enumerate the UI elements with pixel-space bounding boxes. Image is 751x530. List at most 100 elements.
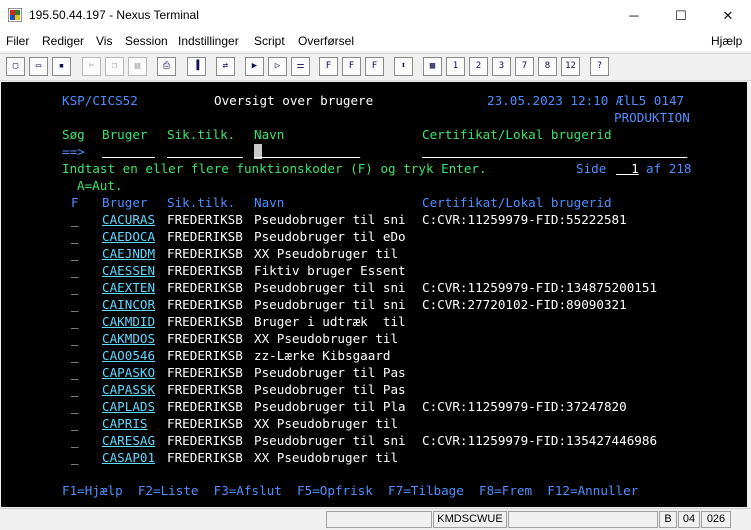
terminal-screen[interactable]: KSP/CICS52 Oversigt over brugere 23.05.2… [1, 82, 747, 507]
screen-id: KSP/CICS52 [62, 93, 138, 108]
col-navn-search: Navn [254, 127, 285, 142]
security-connection: FREDERIKSB [167, 246, 243, 261]
status-bar: KMDSCWUE B 04 026 [0, 508, 751, 530]
user-id[interactable]: CAEJNDM [102, 245, 155, 262]
col-bruger: Bruger [102, 195, 148, 210]
user-name: Fiktiv bruger Essent [254, 263, 406, 278]
page-number-input[interactable]: 1 [616, 160, 639, 177]
function-code-input[interactable]: _ [71, 415, 79, 432]
keypad-icon[interactable]: ▦ [423, 57, 442, 76]
copy-icon[interactable]: ❐ [105, 57, 124, 76]
pa1-icon[interactable]: ▶ [245, 57, 264, 76]
menu-vis[interactable]: Vis [96, 34, 112, 48]
security-connection: FREDERIKSB [167, 263, 243, 278]
menu-script[interactable]: Script [254, 34, 285, 48]
user-id[interactable]: CAKMDID [102, 313, 155, 330]
exit-screen-icon[interactable]: ▐ [187, 57, 206, 76]
user-id[interactable]: CAESSEN [102, 262, 155, 279]
screen-title: Oversigt over brugere [214, 93, 374, 108]
search-cert-input[interactable] [422, 143, 687, 160]
user-name: XX Pseudobruger til [254, 246, 399, 261]
menu-filer[interactable]: Filer [6, 34, 29, 48]
user-name: Pseudobruger til sni [254, 433, 406, 448]
new-document-icon[interactable]: ▢ [6, 57, 25, 76]
certificate-id: C:CVR:11259979-FID:55222581 [422, 212, 627, 227]
menu-indstillinger[interactable]: Indstillinger [178, 34, 239, 48]
function-code-input[interactable]: _ [71, 381, 79, 398]
pf-icon[interactable]: F [342, 57, 361, 76]
paste-icon[interactable]: ▤ [128, 57, 147, 76]
security-connection: FREDERIKSB [167, 297, 243, 312]
menu-rediger[interactable]: Rediger [42, 34, 84, 48]
col-sik-search: Sik.tilk. [167, 127, 236, 142]
menu-hjaelp[interactable]: Hjælp [711, 34, 742, 48]
menu-session[interactable]: Session [125, 34, 168, 48]
environment-label: PRODUKTION [614, 110, 690, 125]
user-name: XX Pseudobruger til [254, 450, 399, 465]
col-cert-search: Certifikat/Lokal brugerid [422, 127, 612, 142]
minimize-button[interactable]: ─ [617, 0, 651, 31]
function-code-input[interactable]: _ [71, 245, 79, 262]
security-connection: FREDERIKSB [167, 212, 243, 227]
reset-icon[interactable]: ⚌ [291, 57, 310, 76]
user-id[interactable]: CAPASSK [102, 381, 155, 398]
search-bruger-input[interactable] [102, 143, 155, 160]
col-f: F [71, 195, 79, 210]
function-code-input[interactable]: _ [71, 364, 79, 381]
pf1-icon[interactable]: 1 [446, 57, 465, 76]
user-id[interactable]: CAO0546 [102, 347, 155, 364]
close-button[interactable]: ✕ [711, 0, 745, 31]
certificate-id: C:CVR:11259979-FID:134875200151 [422, 280, 658, 295]
user-id[interactable]: CASAP01 [102, 449, 155, 466]
function-code-input[interactable]: _ [71, 330, 79, 347]
function-code-input[interactable]: _ [71, 432, 79, 449]
pf3-icon[interactable]: 3 [492, 57, 511, 76]
print-icon[interactable]: ⎙ [157, 57, 176, 76]
function-code-input[interactable]: _ [71, 449, 79, 466]
side-label: Side [576, 161, 607, 176]
function-code-input[interactable]: _ [71, 228, 79, 245]
user-id[interactable]: CAPLADS [102, 398, 155, 415]
security-connection: FREDERIKSB [167, 280, 243, 295]
help-icon[interactable]: ? [590, 57, 609, 76]
function-code-input[interactable]: _ [71, 398, 79, 415]
user-id[interactable]: CACURAS [102, 211, 155, 228]
security-connection: FREDERIKSB [167, 365, 243, 380]
updown-icon[interactable]: ⬍ [394, 57, 413, 76]
prompt-arrow: ==> [62, 144, 85, 159]
pa2-icon[interactable]: ▷ [268, 57, 287, 76]
function-code-input[interactable]: _ [71, 313, 79, 330]
user-id[interactable]: CAPRIS [102, 415, 148, 432]
security-connection: FREDERIKSB [167, 433, 243, 448]
user-id[interactable]: CAEDOCA [102, 228, 155, 245]
user-name: Bruger i udtræk til [254, 314, 406, 329]
user-id[interactable]: CAEXTEN [102, 279, 155, 296]
title-bar: 195.50.44.197 - Nexus Terminal ─ ☐ ✕ [0, 0, 751, 31]
user-name: Pseudobruger til Pla [254, 399, 406, 414]
pf-icon[interactable]: F [319, 57, 338, 76]
function-code-input[interactable]: _ [71, 279, 79, 296]
search-navn-input[interactable] [254, 143, 360, 160]
toolbar: ▢ ▭ ▪ ✂ ❐ ▤ ⎙ ▐ ⇄ ▶ ▷ ⚌ F F F ⬍ ▦ 1 2 3 … [0, 53, 751, 81]
pf8-icon[interactable]: 8 [538, 57, 557, 76]
maximize-button[interactable]: ☐ [664, 0, 698, 31]
function-code-input[interactable]: _ [71, 347, 79, 364]
pf7-icon[interactable]: 7 [515, 57, 534, 76]
user-id[interactable]: CAINCOR [102, 296, 155, 313]
user-id[interactable]: CAKMDOS [102, 330, 155, 347]
function-code-input[interactable]: _ [71, 262, 79, 279]
search-sik-input[interactable] [167, 143, 243, 160]
pf2-icon[interactable]: 2 [469, 57, 488, 76]
menu-overforsel[interactable]: Overførsel [298, 34, 354, 48]
function-code-input[interactable]: _ [71, 211, 79, 228]
status-session: KMDSCWUE [433, 511, 507, 528]
save-icon[interactable]: ▪ [52, 57, 71, 76]
cut-icon[interactable]: ✂ [82, 57, 101, 76]
pf-icon[interactable]: F [365, 57, 384, 76]
transfer-icon[interactable]: ⇄ [216, 57, 235, 76]
open-folder-icon[interactable]: ▭ [29, 57, 48, 76]
function-code-input[interactable]: _ [71, 296, 79, 313]
user-id[interactable]: CARESAG [102, 432, 155, 449]
pf12-icon[interactable]: 12 [561, 57, 580, 76]
user-id[interactable]: CAPASKO [102, 364, 155, 381]
